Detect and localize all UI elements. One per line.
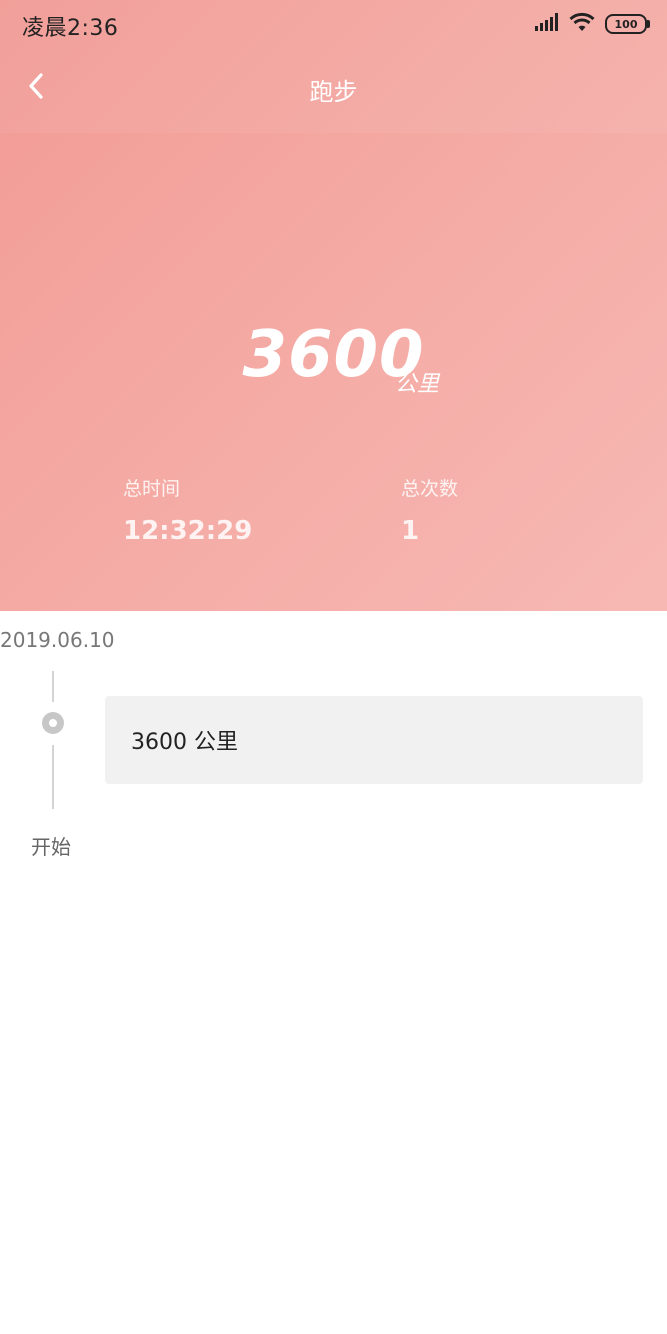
timeline-start-label: 开始 [31, 835, 71, 859]
status-time: 凌晨2:36 [22, 16, 119, 41]
signal-icon [535, 13, 559, 35]
status-icons: 100 [535, 12, 650, 36]
record-date: 2019.06.10 [0, 628, 115, 652]
distance-total: 3600 [0, 318, 667, 392]
distance-unit: 公里 [395, 372, 440, 397]
battery-icon: 100 [605, 14, 650, 34]
status-bar: 凌晨2:36 100 [0, 0, 667, 48]
wifi-icon [569, 12, 595, 36]
total-time-label: 总时间 [123, 478, 181, 500]
total-time-value: 12:32:29 [123, 516, 253, 546]
page-title: 跑步 [309, 78, 358, 106]
battery-level: 100 [614, 17, 638, 31]
timeline-line [52, 745, 54, 809]
record-distance: 3600 公里 [131, 730, 238, 755]
timeline-dot-icon [42, 712, 64, 734]
record-card[interactable]: 3600 公里 [105, 696, 643, 784]
timeline-line [52, 671, 54, 702]
total-count-label: 总次数 [401, 478, 459, 500]
total-count-value: 1 [401, 516, 420, 546]
timeline-dot-center [49, 719, 57, 727]
battery-tip [647, 20, 650, 28]
